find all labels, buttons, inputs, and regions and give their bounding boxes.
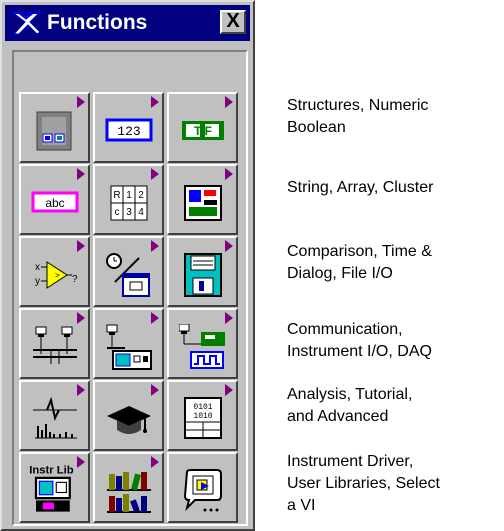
description-line: Boolean bbox=[287, 119, 346, 136]
tutorial-icon bbox=[107, 406, 151, 434]
numeric-icon-text: 123 bbox=[117, 124, 140, 139]
submenu-arrow-icon bbox=[151, 168, 159, 180]
title-bar[interactable]: Functions X bbox=[5, 5, 250, 41]
instrument-driver-icon: Instr Lib bbox=[29, 464, 74, 512]
instrument-driver-icon-text: Instr Lib bbox=[29, 464, 74, 476]
close-button[interactable]: X bbox=[220, 10, 246, 34]
description-row-4: Communication, Instrument I/O, DAQ bbox=[287, 319, 432, 363]
submenu-arrow-icon bbox=[225, 384, 233, 396]
submenu-arrow-icon bbox=[151, 96, 159, 108]
description-line: Analysis, Tutorial, bbox=[287, 386, 413, 403]
boolean-button[interactable]: T F bbox=[167, 92, 238, 163]
description-row-5: Analysis, Tutorial, and Advanced bbox=[287, 384, 412, 428]
description-line: String, Array, Cluster bbox=[287, 179, 434, 196]
user-libraries-icon bbox=[107, 472, 151, 513]
submenu-arrow-icon bbox=[77, 168, 85, 180]
description-line: Instrument I/O, DAQ bbox=[287, 343, 432, 360]
instrument-driver-button[interactable]: Instr Lib bbox=[19, 452, 90, 523]
svg-text:1010: 1010 bbox=[193, 412, 212, 421]
string-button[interactable]: abc bbox=[19, 164, 90, 235]
svg-text:y: y bbox=[35, 276, 40, 287]
description-row-6: Instrument Driver, User Libraries, Selec… bbox=[287, 451, 440, 517]
select-vi-button[interactable] bbox=[167, 452, 238, 523]
instrument-io-button[interactable] bbox=[93, 308, 164, 379]
svg-text:x: x bbox=[35, 262, 40, 273]
functions-palette-window: Functions X 123 T F abc R12 c34 x y >? 01… bbox=[0, 0, 255, 531]
select-vi-icon bbox=[183, 469, 222, 512]
svg-text:1: 1 bbox=[126, 190, 132, 201]
time-dialog-button[interactable] bbox=[93, 236, 164, 307]
description-line: Communication, bbox=[287, 321, 403, 338]
boolean-icon: T F bbox=[182, 121, 224, 140]
array-icon: R 1 2 c 3 4 bbox=[110, 185, 148, 221]
file-io-icon bbox=[184, 253, 222, 297]
svg-text:c: c bbox=[115, 207, 120, 218]
file-io-button[interactable] bbox=[167, 236, 238, 307]
svg-text:3: 3 bbox=[126, 207, 132, 218]
comparison-button[interactable]: x y >? bbox=[19, 236, 90, 307]
boolean-icon-text: T F bbox=[194, 124, 212, 138]
svg-text:R: R bbox=[113, 190, 120, 201]
string-icon: abc bbox=[31, 191, 79, 213]
submenu-arrow-icon bbox=[77, 384, 85, 396]
cluster-button[interactable] bbox=[167, 164, 238, 235]
communication-icon bbox=[33, 326, 77, 364]
description-line: Comparison, Time & bbox=[287, 243, 432, 260]
submenu-arrow-icon bbox=[77, 312, 85, 324]
submenu-arrow-icon bbox=[151, 312, 159, 324]
structures-icon bbox=[36, 111, 72, 151]
advanced-button[interactable]: 0101 1010 bbox=[167, 380, 238, 451]
svg-text:4: 4 bbox=[138, 207, 144, 218]
ni-logo-icon bbox=[11, 11, 41, 35]
submenu-arrow-icon bbox=[151, 384, 159, 396]
numeric-icon: 123 bbox=[105, 118, 153, 142]
daq-icon bbox=[179, 324, 225, 369]
svg-text:2: 2 bbox=[138, 190, 144, 201]
description-line: and Advanced bbox=[287, 408, 389, 425]
svg-text:?: ? bbox=[72, 274, 78, 285]
array-button[interactable]: R12 c34 bbox=[93, 164, 164, 235]
description-row-2: String, Array, Cluster bbox=[287, 177, 433, 199]
cluster-icon bbox=[184, 185, 222, 221]
description-line: Instrument Driver, bbox=[287, 453, 414, 470]
submenu-arrow-icon bbox=[225, 312, 233, 324]
time-dialog-icon bbox=[106, 253, 150, 297]
advanced-icon: 01011010 bbox=[184, 397, 222, 439]
description-line: Structures, Numeric bbox=[287, 97, 429, 114]
description-row-1: Structures, Numeric Boolean bbox=[287, 95, 428, 139]
submenu-arrow-icon bbox=[225, 96, 233, 108]
numeric-button[interactable]: 123 bbox=[93, 92, 164, 163]
user-libraries-button[interactable] bbox=[93, 452, 164, 523]
comparison-icon: xy >? bbox=[35, 261, 78, 289]
submenu-arrow-icon bbox=[77, 96, 85, 108]
structures-button[interactable] bbox=[19, 92, 90, 163]
advanced-icon-text: 0101 bbox=[193, 403, 212, 412]
description-line: User Libraries, Select bbox=[287, 475, 440, 492]
description-line: a VI bbox=[287, 497, 316, 514]
submenu-arrow-icon bbox=[225, 240, 233, 252]
window-title: Functions bbox=[47, 11, 148, 34]
analysis-button[interactable] bbox=[19, 380, 90, 451]
svg-text:>: > bbox=[55, 271, 60, 280]
submenu-arrow-icon bbox=[151, 456, 159, 468]
description-line: Dialog, File I/O bbox=[287, 265, 393, 282]
analysis-icon bbox=[33, 396, 77, 439]
daq-button[interactable] bbox=[167, 308, 238, 379]
function-grid: 123 T F abc R12c34 x y >? 0101 1010 Inst… bbox=[19, 92, 241, 523]
submenu-arrow-icon bbox=[225, 168, 233, 180]
tutorial-button[interactable] bbox=[93, 380, 164, 451]
submenu-arrow-icon bbox=[77, 240, 85, 252]
description-row-3: Comparison, Time & Dialog, File I/O bbox=[287, 241, 432, 285]
submenu-arrow-icon bbox=[151, 240, 159, 252]
string-icon-text: abc bbox=[45, 196, 64, 210]
instrument-io-icon bbox=[106, 324, 152, 370]
communication-button[interactable] bbox=[19, 308, 90, 379]
